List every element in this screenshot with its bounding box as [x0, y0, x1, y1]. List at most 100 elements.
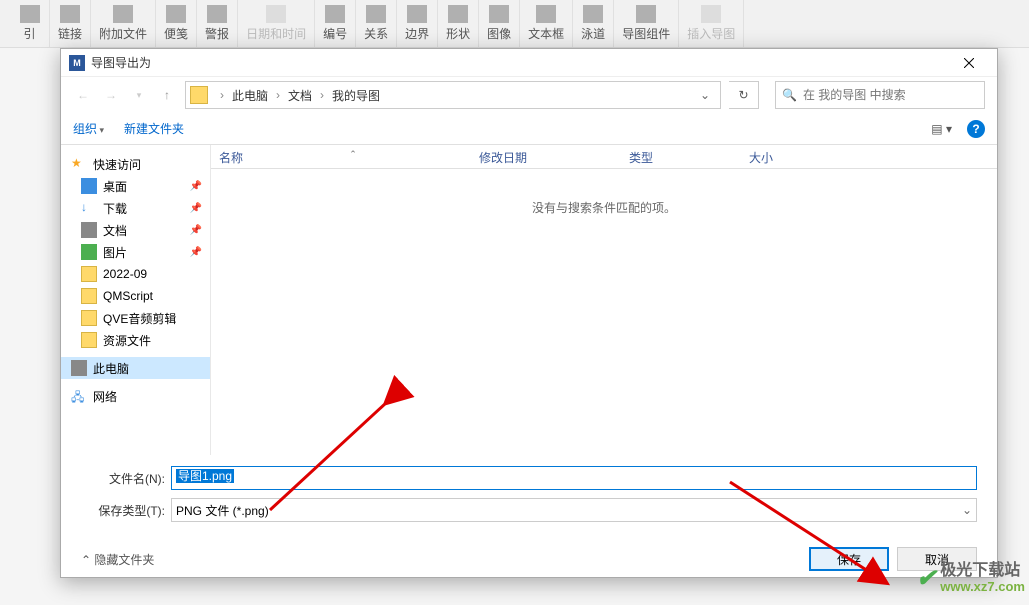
app-icon: M — [69, 55, 85, 71]
sidebar-item-quick-access[interactable]: ★快速访问 — [61, 153, 210, 175]
ribbon-item[interactable]: 编号 — [315, 0, 356, 47]
file-list-area: 名称⌃ 修改日期 类型 大小 没有与搜索条件匹配的项。 — [211, 145, 997, 455]
nav-recent-button[interactable]: ▾ — [129, 85, 149, 105]
ribbon-item[interactable]: 边界 — [397, 0, 438, 47]
address-bar[interactable]: › 此电脑 › 文档 › 我的导图 ⌄ — [185, 81, 721, 109]
chevron-down-icon: ⌄ — [962, 503, 972, 517]
sidebar-item-folder[interactable]: QMScript — [61, 285, 210, 307]
nav-forward-button[interactable]: → — [101, 85, 121, 105]
sidebar-item-pictures[interactable]: 图片📌 — [61, 241, 210, 263]
sidebar-item-folder[interactable]: 2022-09 — [61, 263, 210, 285]
folder-icon — [81, 288, 97, 304]
ribbon-icon — [701, 5, 721, 23]
ribbon-item[interactable]: 警报 — [197, 0, 238, 47]
ribbon-item[interactable]: 链接 — [50, 0, 91, 47]
search-box[interactable]: 🔍 — [775, 81, 985, 109]
close-icon — [964, 58, 974, 68]
column-size[interactable]: 大小 — [741, 145, 821, 168]
pin-icon: 📌 — [190, 225, 202, 236]
sidebar-item-label: QMScript — [103, 289, 153, 303]
ribbon-icon — [536, 5, 556, 23]
ribbon-item[interactable]: 关系 — [356, 0, 397, 47]
desktop-icon — [81, 178, 97, 194]
hide-folders-link[interactable]: 隐藏文件夹 — [81, 551, 154, 568]
pin-icon: 📌 — [190, 181, 202, 192]
ribbon-label: 引 — [23, 25, 35, 42]
column-name[interactable]: 名称⌃ — [211, 145, 471, 168]
sidebar-item-label: 此电脑 — [93, 360, 129, 377]
ribbon-icon — [407, 5, 427, 23]
help-button[interactable]: ? — [967, 120, 985, 138]
save-button[interactable]: 保存 — [809, 547, 889, 571]
close-button[interactable] — [949, 50, 989, 76]
sidebar-item-label: 2022-09 — [103, 267, 147, 281]
folder-icon — [81, 310, 97, 326]
sidebar-item-folder[interactable]: 资源文件 — [61, 329, 210, 351]
ribbon-icon — [583, 5, 603, 23]
ribbon-icon — [60, 5, 80, 23]
ribbon-item[interactable]: 泳道 — [573, 0, 614, 47]
ribbon-item[interactable]: 图像 — [479, 0, 520, 47]
sidebar-item-documents[interactable]: 文档📌 — [61, 219, 210, 241]
sidebar-item-label: 桌面 — [103, 178, 127, 195]
view-options-button[interactable]: ▤ ▾ — [926, 119, 957, 139]
sidebar-item-network[interactable]: 🖧网络 — [61, 385, 210, 407]
ribbon-item[interactable]: 附加文件 — [91, 0, 156, 47]
chevron-right-icon: › — [270, 88, 286, 102]
refresh-button[interactable]: ↻ — [729, 81, 759, 109]
pin-icon: 📌 — [190, 203, 202, 214]
column-type[interactable]: 类型 — [621, 145, 741, 168]
download-icon: ↓ — [81, 200, 97, 216]
breadcrumb[interactable]: 文档 — [286, 87, 314, 104]
search-input[interactable] — [803, 88, 978, 102]
folder-icon — [81, 266, 97, 282]
nav-back-button[interactable]: ← — [73, 85, 93, 105]
star-icon: ★ — [71, 156, 87, 172]
column-headers: 名称⌃ 修改日期 类型 大小 — [211, 145, 997, 169]
ribbon-icon — [325, 5, 345, 23]
sidebar-item-desktop[interactable]: 桌面 📌 — [61, 175, 210, 197]
filename-input[interactable]: 导图1.png — [171, 466, 977, 490]
ribbon-label: 图像 — [487, 25, 511, 42]
watermark-text: 极光下载站 — [940, 562, 1025, 580]
ribbon-label: 泳道 — [581, 25, 605, 42]
folder-tree: ★快速访问 桌面📌 ↓下载📌 文档📌 图片📌 2022-09 QMScript … — [61, 145, 211, 455]
breadcrumb[interactable]: 我的导图 — [330, 87, 382, 104]
ribbon-icon — [448, 5, 468, 23]
sidebar-item-label: 网络 — [93, 388, 117, 405]
dialog-titlebar: M 导图导出为 — [61, 49, 997, 77]
sidebar-item-folder[interactable]: QVE音频剪辑 — [61, 307, 210, 329]
sidebar-item-label: 资源文件 — [103, 332, 151, 349]
search-icon: 🔍 — [782, 88, 797, 102]
ribbon-item[interactable]: 引 — [10, 0, 50, 47]
nav-up-button[interactable]: ↑ — [157, 85, 177, 105]
watermark: ✔ 极光下载站 www.xz7.com — [916, 562, 1025, 594]
sidebar-item-this-pc[interactable]: 此电脑 — [61, 357, 210, 379]
ribbon-item[interactable]: 便笺 — [156, 0, 197, 47]
chevron-right-icon: › — [214, 88, 230, 102]
navigation-row: ← → ▾ ↑ › 此电脑 › 文档 › 我的导图 ⌄ ↻ 🔍 — [61, 77, 997, 113]
ribbon-label: 导图组件 — [622, 25, 670, 42]
ribbon-label: 链接 — [58, 25, 82, 42]
ribbon-icon — [636, 5, 656, 23]
ribbon-item[interactable]: 形状 — [438, 0, 479, 47]
column-date[interactable]: 修改日期 — [471, 145, 621, 168]
filetype-dropdown[interactable]: PNG 文件 (*.png) ⌄ — [171, 498, 977, 522]
ribbon-item[interactable]: 文本框 — [520, 0, 573, 47]
ribbon-icon — [489, 5, 509, 23]
ribbon-label: 插入导图 — [687, 25, 735, 42]
ribbon-label: 关系 — [364, 25, 388, 42]
sidebar-item-label: QVE音频剪辑 — [103, 310, 176, 327]
ribbon-icon — [20, 5, 40, 23]
address-dropdown[interactable]: ⌄ — [694, 88, 716, 102]
ribbon-item[interactable]: 导图组件 — [614, 0, 679, 47]
new-folder-button[interactable]: 新建文件夹 — [124, 120, 184, 137]
organize-menu[interactable]: 组织 — [73, 120, 104, 137]
sidebar-item-label: 图片 — [103, 244, 127, 261]
breadcrumb[interactable]: 此电脑 — [230, 87, 270, 104]
app-ribbon: 引链接附加文件便笺警报日期和时间编号关系边界形状图像文本框泳道导图组件插入导图 — [0, 0, 1029, 48]
ribbon-icon — [166, 5, 186, 23]
filetype-value: PNG 文件 (*.png) — [176, 502, 269, 519]
sidebar-item-downloads[interactable]: ↓下载📌 — [61, 197, 210, 219]
watermark-logo-icon: ✔ — [916, 564, 936, 593]
